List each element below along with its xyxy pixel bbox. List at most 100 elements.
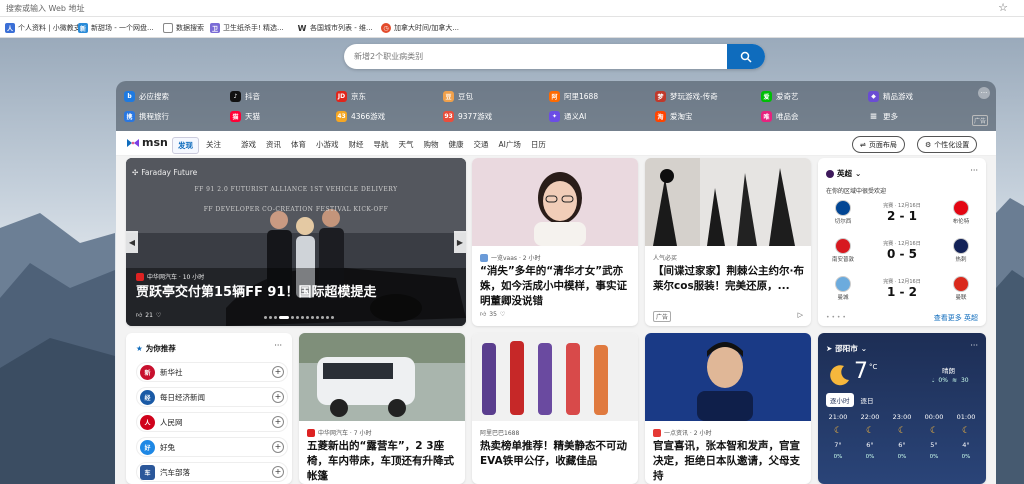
hero-likes[interactable]: 👍︎ 21 ♡ <box>136 311 161 320</box>
article-title[interactable]: “消失”多年的“清华才女”武亦姝，如今活成小中模样，事实证明董卿没说错 <box>480 264 632 309</box>
carousel-dots[interactable] <box>264 316 334 319</box>
quick-link[interactable]: 淘爱淘宝 <box>655 111 693 122</box>
news-card[interactable]: 一览vaas · 2 小时 “消失”多年的“清华才女”武亦姝，如今活成小中模样，… <box>472 158 638 326</box>
match-row[interactable]: 切尔西 完赛 · 12月16日 2 - 1 布伦特 <box>826 200 978 225</box>
msn-logo[interactable]: msn <box>126 136 168 149</box>
follow-plus-icon[interactable]: + <box>272 416 284 428</box>
quick-link[interactable]: 梦梦玩游戏-传奇 <box>655 91 718 102</box>
ad-title[interactable]: 【间谍过家家】荆棘公主约尔·布莱尔cos服装！完美还原，... <box>653 264 805 294</box>
news-card[interactable]: 中华网汽车 · 7 小时 五菱新出的“露营车”，2 3座椅，车内带床，车顶还有升… <box>299 333 465 484</box>
box-icon: 卫 <box>210 23 220 33</box>
publisher-item[interactable]: 车汽车部落 + <box>136 462 288 482</box>
quick-link[interactable]: b 必应搜索 <box>124 91 169 102</box>
follow-plus-icon[interactable]: + <box>272 391 284 403</box>
category-item[interactable]: 资讯 <box>266 139 281 150</box>
quick-link[interactable]: 猫天猫 <box>230 111 260 122</box>
search-box[interactable]: 新增2个职业病类别 <box>344 44 765 69</box>
publisher-item[interactable]: 好好兔 + <box>136 437 288 457</box>
article-source: 一点资讯 · 2 小时 <box>653 428 711 437</box>
publisher-item[interactable]: 经每日经济新闻 + <box>136 387 288 407</box>
hero-title[interactable]: 贾跃亭交付第15辆FF 91！国际超模提走 <box>136 285 376 300</box>
favorite-star-icon[interactable]: ☆ <box>998 1 1008 14</box>
heart-icon: ♡ <box>499 310 506 318</box>
sports-subtitle: 在你的区域中很受欢迎 <box>826 188 887 195</box>
follow-plus-icon[interactable]: + <box>272 441 284 453</box>
search-input[interactable]: 新增2个职业病类别 <box>354 51 714 62</box>
thumbs-up-icon: 👍︎ <box>480 311 487 318</box>
news-card[interactable]: 一点资讯 · 2 小时 官宣喜讯，张本智和发声，官宣决定，拒绝日本队邀请，父母支… <box>645 333 811 484</box>
category-item[interactable]: 导航 <box>374 139 389 150</box>
address-bar[interactable]: 搜索或输入 Web 地址 ☆ <box>0 0 1024 17</box>
sliders-icon: ⇌ <box>860 140 866 149</box>
category-item[interactable]: 体育 <box>291 139 306 150</box>
article-title[interactable]: 官宣喜讯，张本智和发声，官宣决定，拒绝日本队邀请，父母支持 <box>653 439 805 484</box>
match-row[interactable]: 曼城 完赛 · 12月16日 1 - 2 曼联 <box>826 276 978 301</box>
quick-link[interactable]: 携携程旅行 <box>124 111 169 122</box>
weather-location[interactable]: ➤ 邵阳市 ⌄ <box>826 343 867 354</box>
moon-icon <box>830 365 849 386</box>
follow-plus-icon[interactable]: + <box>272 466 284 478</box>
bookmark-item[interactable]: 新新甜场 - 一个网盘... <box>78 22 154 34</box>
quick-link[interactable]: 唯唯品会 <box>761 111 799 122</box>
weather-card[interactable]: ➤ 邵阳市 ⌄ ··· 7 °C 晴朗 💧︎ 0% ≋ 30 逐小时 逐日 21:00 ☾ 7… <box>818 333 986 484</box>
personalize-button[interactable]: ⚙ 个性化设置 <box>917 136 978 153</box>
more-options-icon[interactable]: ··· <box>970 166 978 175</box>
address-input[interactable]: 搜索或输入 Web 地址 <box>6 3 85 14</box>
bookmark-item[interactable]: 人个人资料 | 小微教支... <box>5 22 87 34</box>
category-item[interactable]: 交通 <box>474 139 489 150</box>
star-icon: ★ <box>136 344 143 353</box>
bookmark-item[interactable]: 数据搜索 <box>163 22 204 34</box>
see-more-link[interactable]: 查看更多 英超 <box>934 313 978 323</box>
team-badge-icon <box>953 200 969 216</box>
follow-plus-icon[interactable]: + <box>272 366 284 378</box>
pager-dots[interactable]: • • • • <box>826 314 846 321</box>
tab-daily[interactable]: 逐日 <box>857 393 878 407</box>
tab-hourly[interactable]: 逐小时 <box>826 393 854 407</box>
publisher-item[interactable]: 新新华社 + <box>136 362 288 382</box>
next-arrow-icon[interactable]: ▶ <box>454 231 466 253</box>
article-title[interactable]: 热卖榜单推荐！精美静态不可动EVA铁甲公仔，收藏佳品 <box>480 439 632 469</box>
publisher-logo-icon: 车 <box>140 464 155 480</box>
quick-link[interactable]: ♪ 抖音 <box>230 91 260 102</box>
page-layout-button[interactable]: ⇌ 页面布局 <box>852 136 905 153</box>
quick-link[interactable]: 阿阿里1688 <box>549 91 598 102</box>
quick-link[interactable]: ✦ 通义AI <box>549 111 586 122</box>
bookmark-item[interactable]: ◷ 加拿大时间/加拿大... <box>381 22 459 34</box>
more-options-icon[interactable]: ··· <box>274 341 282 350</box>
category-item[interactable]: 财经 <box>349 139 364 150</box>
cat-icon: 43 <box>336 111 347 122</box>
league-header[interactable]: 英超 ⌄ <box>826 168 861 179</box>
more-options-icon[interactable]: ··· <box>970 341 978 350</box>
quick-link[interactable]: ≡ 更多 <box>868 111 898 122</box>
prev-arrow-icon[interactable]: ◀ <box>126 231 138 253</box>
category-item[interactable]: 日历 <box>531 139 546 150</box>
quick-link[interactable]: 爱爱奇艺 <box>761 91 799 102</box>
tab-follow[interactable]: 关注 <box>201 137 226 154</box>
bookmark-item[interactable]: W 各国城市列表 - 维... <box>297 22 373 34</box>
match-row[interactable]: 南安普敦 完赛 · 12月16日 0 - 5 热刺 <box>826 238 978 263</box>
more-options-icon[interactable]: ··· <box>978 87 990 99</box>
tab-discover[interactable]: 发现 <box>172 137 199 154</box>
news-card[interactable]: 阿里巴巴1688 热卖榜单推荐！精美静态不可动EVA铁甲公仔，收藏佳品 <box>472 333 638 484</box>
play-icon[interactable]: ▷ <box>798 311 803 319</box>
category-item[interactable]: 天气 <box>399 139 414 150</box>
article-likes[interactable]: 👍︎ 35 ♡ <box>480 310 506 319</box>
quick-link[interactable]: 93 9377游戏 <box>443 111 492 122</box>
sports-card[interactable]: 英超 ⌄ ··· 在你的区域中很受欢迎 切尔西 完赛 · 12月16日 2 - 1 … <box>818 158 986 326</box>
category-item[interactable]: 购物 <box>424 139 439 150</box>
quick-link[interactable]: JD 京东 <box>336 91 366 102</box>
article-title[interactable]: 五菱新出的“露营车”，2 3座椅，车内带床，车顶还有升降式帐篷 <box>307 439 459 484</box>
quick-link[interactable]: 豆豆包 <box>443 91 473 102</box>
quick-link[interactable]: 43 4366游戏 <box>336 111 385 122</box>
hero-card[interactable]: ✣ Faraday Future FF 91 2.0 FUTURIST ALLIA… <box>126 158 466 326</box>
temp-unit: °C <box>869 363 878 371</box>
bookmark-item[interactable]: 卫卫生纸杀手! 精选... <box>210 22 284 34</box>
category-item[interactable]: 游戏 <box>241 139 256 150</box>
quick-link[interactable]: ◆ 精品游戏 <box>868 91 913 102</box>
publisher-item[interactable]: 人人民网 + <box>136 412 288 432</box>
category-item[interactable]: 小游戏 <box>316 139 339 150</box>
search-button[interactable] <box>727 44 765 69</box>
ad-card[interactable]: 人气必买 【间谍过家家】荆棘公主约尔·布莱尔cos服装！完美还原，... 广告 … <box>645 158 811 326</box>
category-item[interactable]: 健康 <box>449 139 464 150</box>
category-item[interactable]: AI广场 <box>499 139 521 150</box>
